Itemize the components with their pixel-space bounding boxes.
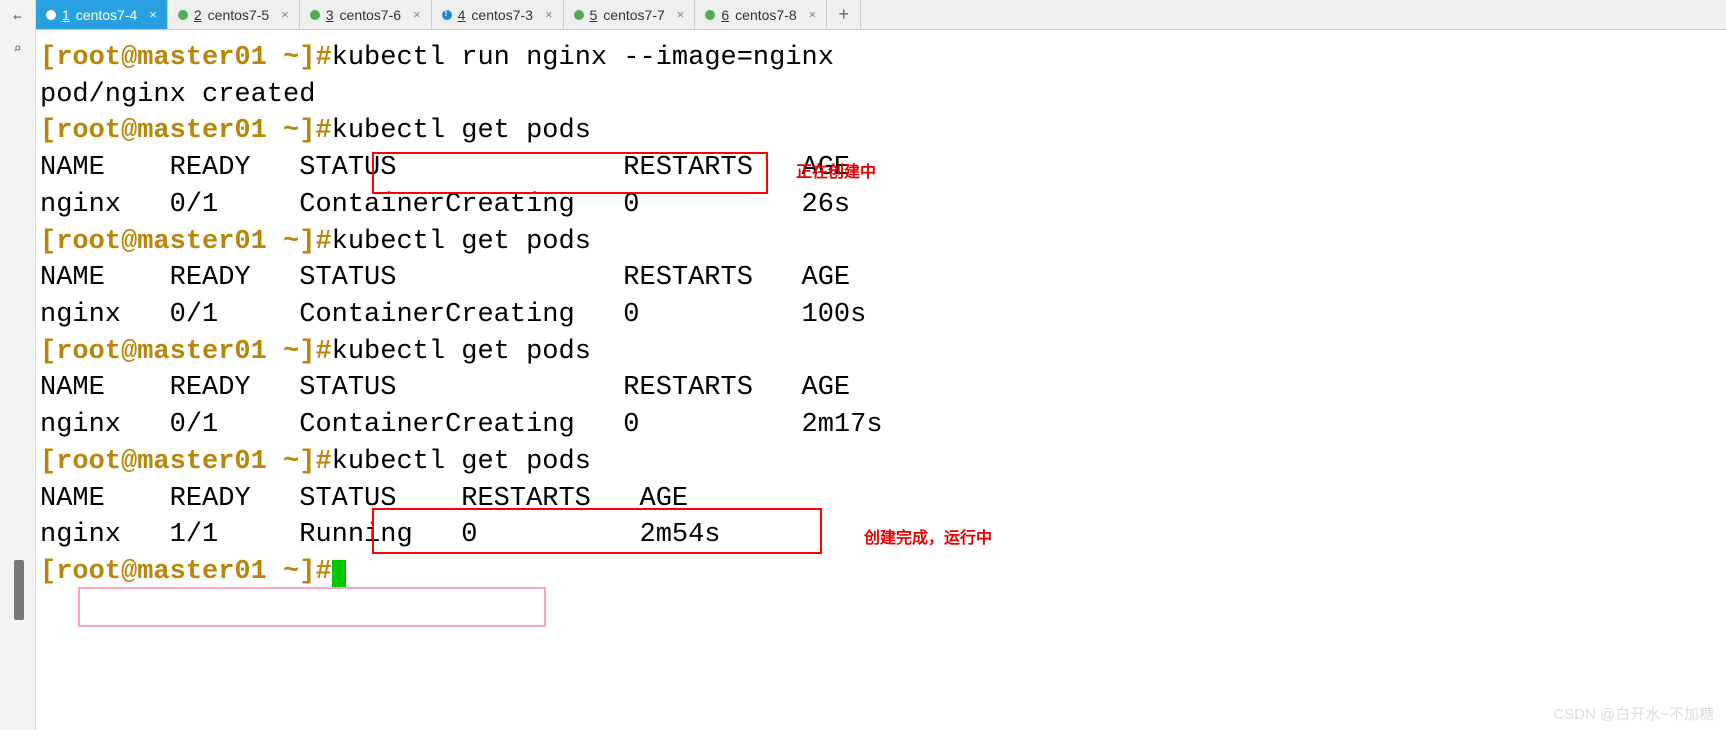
output-line: nginx 0/1 ContainerCreating 0 26s [40, 190, 850, 220]
tab-number: 6 [721, 7, 729, 23]
tab-number: 2 [194, 7, 202, 23]
tab-centos7-6[interactable]: 3 centos7-6 × [300, 0, 432, 29]
terminal[interactable]: [root@master01 ~]#kubectl run nginx --im… [36, 30, 1726, 730]
shell-prompt: [root@master01 ~]# [40, 227, 332, 257]
command-text: kubectl run nginx --image=nginx [332, 43, 834, 73]
tab-centos7-4[interactable]: 1 centos7-4 × [36, 0, 168, 29]
shell-prompt: [root@master01 ~]# [40, 43, 332, 73]
tab-centos7-3[interactable]: 4 centos7-3 × [432, 0, 564, 29]
status-dot-icon [705, 10, 715, 20]
terminal-output: [root@master01 ~]#kubectl run nginx --im… [40, 40, 1722, 591]
output-line: pod/nginx created [40, 80, 315, 110]
tab-number: 5 [590, 7, 598, 23]
output-line: nginx 0/1 ContainerCreating 0 2m17s [40, 410, 883, 440]
shell-prompt: [root@master01 ~]# [40, 447, 332, 477]
tab-label: centos7-3 [471, 7, 532, 23]
close-icon[interactable]: × [149, 7, 157, 22]
shell-prompt: [root@master01 ~]# [40, 116, 332, 146]
back-icon[interactable]: ← [9, 8, 27, 26]
command-text: kubectl get pods [332, 227, 591, 257]
tab-centos7-5[interactable]: 2 centos7-5 × [168, 0, 300, 29]
output-line: NAME READY STATUS RESTARTS AGE [40, 373, 850, 403]
output-line: NAME READY STATUS RESTARTS AGE [40, 484, 688, 514]
tab-label: centos7-6 [340, 7, 401, 23]
annotation-box [78, 587, 546, 627]
close-icon[interactable]: × [677, 7, 685, 22]
output-line: NAME READY STATUS RESTARTS AGE [40, 153, 850, 183]
status-dot-icon [46, 10, 56, 20]
tab-bar: 1 centos7-4 × 2 centos7-5 × 3 centos7-6 … [36, 0, 1726, 30]
output-line: nginx 1/1 Running 0 2m54s [40, 520, 721, 550]
shell-prompt: [root@master01 ~]# [40, 337, 332, 367]
tab-label: centos7-7 [603, 7, 664, 23]
tab-number: 4 [458, 7, 466, 23]
cursor-icon [332, 560, 346, 587]
output-line: NAME READY STATUS RESTARTS AGE [40, 263, 850, 293]
command-text: kubectl get pods [332, 447, 591, 477]
status-dot-icon [310, 10, 320, 20]
tab-number: 3 [326, 7, 334, 23]
alert-dot-icon [442, 10, 452, 20]
search-icon[interactable]: ⌕ [9, 40, 27, 58]
status-dot-icon [574, 10, 584, 20]
tab-centos7-7[interactable]: 5 centos7-7 × [564, 0, 696, 29]
close-icon[interactable]: × [413, 7, 421, 22]
close-icon[interactable]: × [809, 7, 817, 22]
tab-label: centos7-4 [76, 7, 137, 23]
shell-prompt: [root@master01 ~]# [40, 557, 332, 587]
add-tab-button[interactable]: + [827, 0, 861, 29]
command-text: kubectl get pods [332, 116, 591, 146]
scrollbar-thumb[interactable] [14, 560, 24, 620]
close-icon[interactable]: × [281, 7, 289, 22]
status-dot-icon [178, 10, 188, 20]
command-text: kubectl get pods [332, 337, 591, 367]
close-icon[interactable]: × [545, 7, 553, 22]
left-rail: ← ⌕ [0, 0, 36, 730]
output-line: nginx 0/1 ContainerCreating 0 100s [40, 300, 866, 330]
annotation-running: 创建完成，运行中 [864, 524, 992, 548]
tab-label: centos7-5 [208, 7, 269, 23]
annotation-creating: 正在创建中 [796, 158, 876, 182]
watermark: CSDN @白开水~不加糖 [1553, 703, 1714, 724]
tab-label: centos7-8 [735, 7, 796, 23]
tab-centos7-8[interactable]: 6 centos7-8 × [695, 0, 827, 29]
tab-number: 1 [62, 7, 70, 23]
